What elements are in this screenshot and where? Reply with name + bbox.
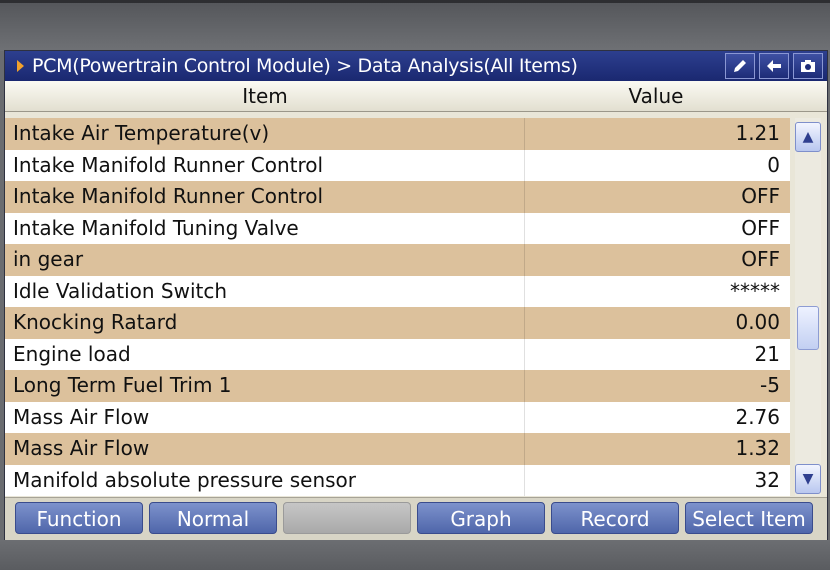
item-name: Knocking Ratard — [5, 307, 525, 339]
table-row[interactable]: Knocking Ratard 0.00 — [5, 307, 790, 339]
item-name: Mass Air Flow — [5, 433, 525, 465]
pencil-button[interactable] — [725, 53, 755, 79]
scroll-up-button[interactable]: ▲ — [795, 122, 821, 152]
table-row[interactable]: in gear OFF — [5, 244, 790, 276]
item-value: 1.21 — [735, 121, 780, 145]
table-row[interactable]: Intake Manifold Runner Control 0 — [5, 149, 790, 181]
item-value: OFF — [741, 215, 780, 240]
table-row[interactable]: Intake Air Temperature(v) 1.21 — [5, 118, 790, 150]
title-toolbar — [721, 53, 823, 79]
table-row[interactable]: Mass Air Flow 1.32 — [5, 433, 790, 465]
item-name: Intake Manifold Runner Control — [5, 181, 525, 213]
graph-button[interactable]: Graph — [417, 502, 545, 534]
vertical-scrollbar[interactable]: ▲ ▼ — [795, 118, 821, 496]
item-name: Long Term Fuel Trim 1 — [5, 370, 525, 402]
item-name: Idle Validation Switch — [5, 275, 525, 307]
title-bar: PCM(Powertrain Control Module) > Data An… — [5, 51, 827, 81]
scroll-down-button[interactable]: ▼ — [795, 464, 821, 494]
item-value: OFF — [741, 184, 780, 208]
table-row[interactable]: Engine load 21 — [5, 338, 790, 370]
chevron-down-icon: ▼ — [802, 471, 814, 487]
device-frame-top — [0, 0, 830, 51]
table-row[interactable]: Mass Air Flow 2.76 — [5, 401, 790, 433]
title-arrow-icon — [17, 60, 24, 72]
data-analysis-panel: PCM(Powertrain Control Module) > Data An… — [4, 50, 828, 540]
data-table-body: Intake Air Temperature(v) 1.21 Intake Ma… — [5, 118, 790, 496]
item-value: -5 — [760, 373, 780, 397]
disabled-button — [283, 502, 411, 534]
item-value: 0 — [767, 152, 780, 177]
item-value: 0.00 — [735, 310, 780, 334]
table-header: Item Value — [5, 81, 827, 112]
item-name: in gear — [5, 244, 525, 276]
item-value: ***** — [730, 278, 780, 303]
back-button[interactable] — [759, 53, 789, 79]
function-button-bar: Function Normal Graph Record Select Item — [5, 497, 827, 540]
camera-icon — [801, 60, 815, 72]
screenshot-button[interactable] — [793, 53, 823, 79]
item-value: 2.76 — [735, 404, 780, 429]
scrollbar-thumb[interactable] — [797, 306, 819, 350]
chevron-up-icon: ▲ — [802, 129, 814, 145]
table-row[interactable]: Manifold absolute pressure sensor 32 — [5, 464, 790, 496]
item-value: 1.32 — [735, 436, 780, 460]
item-value: 21 — [754, 341, 780, 366]
table-row[interactable]: Long Term Fuel Trim 1 -5 — [5, 370, 790, 402]
item-name: Mass Air Flow — [5, 401, 525, 433]
pencil-icon — [734, 60, 746, 72]
item-value: 32 — [754, 467, 780, 492]
function-button[interactable]: Function — [15, 502, 143, 534]
item-name: Intake Manifold Tuning Valve — [5, 212, 525, 244]
column-header-item: Item — [242, 84, 288, 108]
breadcrumb-title: PCM(Powertrain Control Module) > Data An… — [32, 55, 578, 77]
normal-button[interactable]: Normal — [149, 502, 277, 534]
back-arrow-icon — [767, 60, 781, 72]
item-name: Intake Manifold Runner Control — [5, 149, 525, 181]
item-name: Manifold absolute pressure sensor — [5, 464, 525, 496]
table-row[interactable]: Idle Validation Switch ***** — [5, 275, 790, 307]
item-name: Engine load — [5, 338, 525, 370]
item-name: Intake Air Temperature(v) — [5, 118, 525, 150]
table-row[interactable]: Intake Manifold Tuning Valve OFF — [5, 212, 790, 244]
table-row[interactable]: Intake Manifold Runner Control OFF — [5, 181, 790, 213]
record-button[interactable]: Record — [551, 502, 679, 534]
column-header-value: Value — [628, 84, 684, 108]
device-frame-bottom — [0, 540, 830, 570]
item-value: OFF — [741, 247, 780, 271]
select-item-button[interactable]: Select Item — [685, 502, 813, 534]
